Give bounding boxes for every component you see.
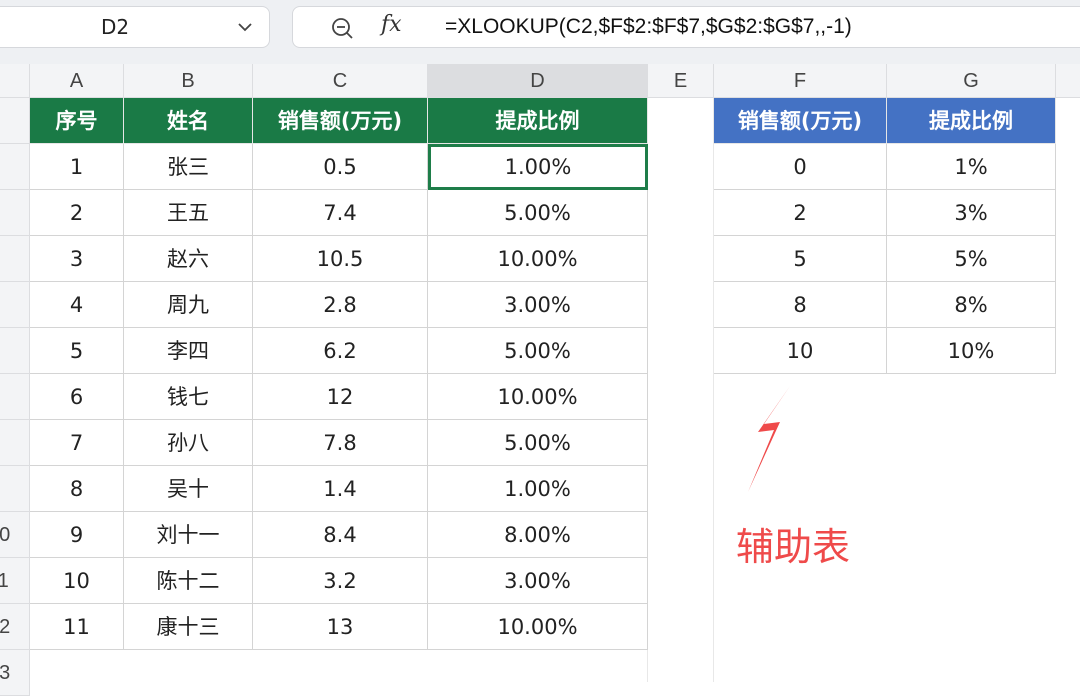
table-cell[interactable]: 9	[30, 512, 124, 558]
table-cell[interactable]: 8.4	[253, 512, 428, 558]
helper-table-cell[interactable]: 5%	[887, 236, 1056, 282]
header-sales[interactable]: 销售额(万元)	[253, 98, 428, 144]
chevron-down-icon[interactable]	[235, 17, 255, 37]
zoom-icon[interactable]	[329, 15, 355, 41]
formula-bar[interactable]: fx =XLOOKUP(C2,$F$2:$F$7,$G$2:$G$7,,-1)	[292, 6, 1080, 48]
row-header-10[interactable]: 10	[0, 512, 30, 558]
helper-header-rate[interactable]: 提成比例	[887, 98, 1056, 144]
column-header-e[interactable]: E	[648, 64, 714, 98]
table-cell[interactable]: 3.00%	[428, 558, 648, 604]
table-cell[interactable]: 10.00%	[428, 604, 648, 650]
table-cell[interactable]: 8	[30, 466, 124, 512]
column-header-b[interactable]: B	[124, 64, 253, 98]
table-cell[interactable]: 2	[30, 190, 124, 236]
row-header-label: 13	[0, 662, 11, 684]
header-index[interactable]: 序号	[30, 98, 124, 144]
table-cell[interactable]: 张三	[124, 144, 253, 190]
row-header-label: 11	[0, 570, 9, 592]
row-header-4[interactable]: 4	[0, 236, 30, 282]
table-cell[interactable]: 1.00%	[428, 466, 648, 512]
table-cell[interactable]: 5	[30, 328, 124, 374]
table-cell[interactable]: 4	[30, 282, 124, 328]
row-header-11[interactable]: 11	[0, 558, 30, 604]
arrow-icon	[748, 386, 790, 492]
helper-table-cell[interactable]: 8%	[887, 282, 1056, 328]
table-cell[interactable]: 7	[30, 420, 124, 466]
row-header-3[interactable]: 3	[0, 190, 30, 236]
table-cell[interactable]: 刘十一	[124, 512, 253, 558]
column-header-d[interactable]: D	[428, 64, 648, 98]
row-header-label: 10	[0, 524, 11, 546]
row-header-1[interactable]: 1	[0, 98, 30, 144]
table-cell[interactable]: 1.4	[253, 466, 428, 512]
helper-table-cell[interactable]: 10	[714, 328, 887, 374]
helper-table-cell[interactable]: 3%	[887, 190, 1056, 236]
table-cell[interactable]: 5.00%	[428, 328, 648, 374]
table-cell[interactable]: 3	[30, 236, 124, 282]
column-header-overflow[interactable]	[1056, 64, 1080, 98]
table-cell[interactable]: 7.4	[253, 190, 428, 236]
table-cell[interactable]: 6.2	[253, 328, 428, 374]
selected-cell[interactable]: 1.00%	[428, 144, 648, 190]
header-rate[interactable]: 提成比例	[428, 98, 648, 144]
helper-table-cell[interactable]: 2	[714, 190, 887, 236]
table-cell[interactable]: 8.00%	[428, 512, 648, 558]
row-header-7[interactable]: 7	[0, 374, 30, 420]
row-header-8[interactable]: 8	[0, 420, 30, 466]
table-cell[interactable]: 10.00%	[428, 236, 648, 282]
table-cell[interactable]: 陈十二	[124, 558, 253, 604]
table-cell[interactable]: 3.00%	[428, 282, 648, 328]
table-cell[interactable]: 5.00%	[428, 190, 648, 236]
name-box-value: D2	[101, 15, 130, 39]
table-cell[interactable]: 7.8	[253, 420, 428, 466]
table-cell[interactable]: 5.00%	[428, 420, 648, 466]
helper-header-sales[interactable]: 销售额(万元)	[714, 98, 887, 144]
select-all-corner[interactable]	[0, 64, 30, 98]
column-header-f[interactable]: F	[714, 64, 887, 98]
row-header-2[interactable]: 2	[0, 144, 30, 190]
helper-table-cell[interactable]: 10%	[887, 328, 1056, 374]
table-cell[interactable]: 13	[253, 604, 428, 650]
table-cell[interactable]: 12	[253, 374, 428, 420]
name-box[interactable]: D2	[0, 6, 270, 48]
table-cell[interactable]: 吴十	[124, 466, 253, 512]
table-cell[interactable]: 6	[30, 374, 124, 420]
table-cell[interactable]: 孙八	[124, 420, 253, 466]
formula-text[interactable]: =XLOOKUP(C2,$F$2:$F$7,$G$2:$G$7,,-1)	[445, 15, 852, 39]
table-cell[interactable]: 1	[30, 144, 124, 190]
table-cell[interactable]: 钱七	[124, 374, 253, 420]
table-cell[interactable]: 2.8	[253, 282, 428, 328]
table-cell[interactable]: 李四	[124, 328, 253, 374]
helper-table-cell[interactable]: 0	[714, 144, 887, 190]
fx-icon[interactable]: fx	[381, 12, 402, 37]
row-header-6[interactable]: 6	[0, 328, 30, 374]
table-cell[interactable]: 11	[30, 604, 124, 650]
row-header-13[interactable]: 13	[0, 650, 30, 696]
helper-table-cell[interactable]: 8	[714, 282, 887, 328]
helper-table-annotation: 辅助表	[736, 525, 851, 569]
table-cell[interactable]: 康十三	[124, 604, 253, 650]
column-header-g[interactable]: G	[887, 64, 1056, 98]
column-header-c[interactable]: C	[253, 64, 428, 98]
table-cell[interactable]: 10.00%	[428, 374, 648, 420]
row-header-12[interactable]: 12	[0, 604, 30, 650]
header-name[interactable]: 姓名	[124, 98, 253, 144]
table-cell[interactable]: 0.5	[253, 144, 428, 190]
row-header-label: 12	[0, 616, 11, 638]
helper-table-cell[interactable]: 5	[714, 236, 887, 282]
table-cell[interactable]: 10	[30, 558, 124, 604]
helper-table-cell[interactable]: 1%	[887, 144, 1056, 190]
column-header-a[interactable]: A	[30, 64, 124, 98]
formula-bar-area: D2 fx =XLOOKUP(C2,$F$2:$F$7,$G$2:$G$7,,-…	[0, 0, 1080, 64]
table-cell[interactable]: 王五	[124, 190, 253, 236]
row-header-5[interactable]: 5	[0, 282, 30, 328]
table-cell[interactable]: 周九	[124, 282, 253, 328]
table-cell[interactable]: 赵六	[124, 236, 253, 282]
row-header-9[interactable]: 9	[0, 466, 30, 512]
table-cell[interactable]: 3.2	[253, 558, 428, 604]
table-cell[interactable]: 10.5	[253, 236, 428, 282]
